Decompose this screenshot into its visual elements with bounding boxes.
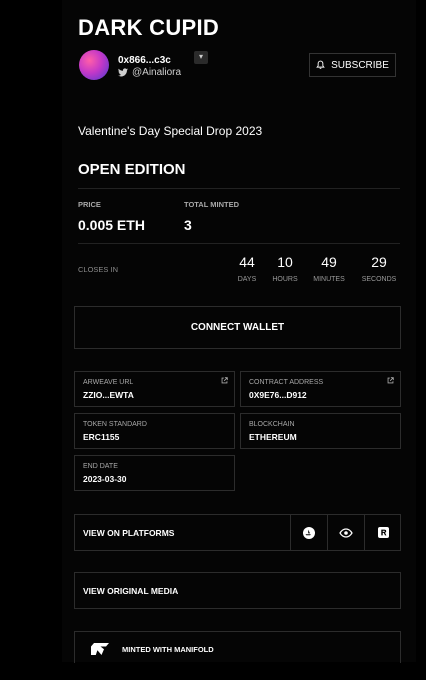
end-date-label: END DATE: [83, 463, 118, 470]
countdown-days-label: DAYS: [237, 276, 257, 283]
creator-address[interactable]: 0x866...c3c: [118, 55, 171, 66]
twitter-icon: [118, 68, 128, 77]
view-on-platforms-row: VIEW ON PLATFORMS: [74, 514, 401, 551]
contract-address-label: CONTRACT ADDRESS: [249, 379, 324, 386]
creator-avatar[interactable]: [79, 50, 109, 80]
closes-in-label: CLOSES IN: [78, 265, 119, 274]
opensea-button[interactable]: [290, 515, 327, 550]
external-link-icon: [387, 377, 394, 384]
twitter-link[interactable]: @Ainaliora: [118, 67, 181, 78]
price-value: 0.005 ETH: [78, 217, 145, 233]
price-label: PRICE: [78, 200, 101, 209]
manifold-logo-icon: [91, 643, 109, 655]
end-date-box: END DATE 2023-03-30: [74, 455, 235, 491]
total-minted-value: 3: [184, 217, 192, 233]
rarible-button[interactable]: [327, 515, 364, 550]
token-standard-box: TOKEN STANDARD ERC1155: [74, 413, 235, 449]
twitter-handle: @Ainaliora: [132, 67, 182, 78]
countdown-minutes-label: MINUTES: [313, 276, 345, 283]
opensea-icon: [303, 526, 315, 539]
countdown-days-value: 44: [239, 254, 255, 270]
page-title: DARK CUPID: [78, 15, 220, 40]
countdown-hours-value: 10: [277, 254, 293, 270]
contract-address-link[interactable]: CONTRACT ADDRESS 0X9E76...D912: [240, 371, 401, 407]
countdown-seconds-label: SECONDS: [361, 276, 397, 283]
end-date-value: 2023-03-30: [83, 474, 127, 484]
divider: [78, 243, 400, 244]
bell-icon: [316, 60, 325, 69]
blockchain-label: BLOCKCHAIN: [249, 421, 295, 428]
total-minted-label: TOTAL MINTED: [184, 200, 239, 209]
arweave-url-value: ZZIO...EWTA: [83, 390, 134, 400]
creator-menu-button[interactable]: ▾: [194, 51, 208, 64]
countdown-seconds-value: 29: [371, 254, 387, 270]
blockchain-box: BLOCKCHAIN ETHEREUM: [240, 413, 401, 449]
view-original-media-button[interactable]: VIEW ORIGINAL MEDIA: [74, 572, 401, 609]
rarible-eye-icon: [339, 527, 353, 538]
view-original-media-label: VIEW ORIGINAL MEDIA: [83, 586, 179, 596]
edition-type: OPEN EDITION: [78, 161, 186, 178]
r-platform-button[interactable]: [364, 515, 401, 550]
drop-name: Valentine's Day Special Drop 2023: [78, 124, 263, 138]
countdown-minutes-value: 49: [321, 254, 337, 270]
blockchain-value: ETHEREUM: [249, 432, 297, 442]
countdown-hours-label: HOURS: [272, 276, 298, 283]
r-logo-icon: [377, 527, 389, 538]
divider: [78, 188, 400, 189]
token-standard-label: TOKEN STANDARD: [83, 421, 147, 428]
connect-wallet-button[interactable]: CONNECT WALLET: [74, 306, 401, 349]
minted-with-manifold-label: MINTED WITH MANIFOLD: [122, 645, 214, 654]
contract-address-value: 0X9E76...D912: [249, 390, 307, 400]
external-link-icon: [221, 377, 228, 384]
subscribe-label: SUBSCRIBE: [331, 59, 389, 71]
token-standard-value: ERC1155: [83, 432, 120, 442]
arweave-url-link[interactable]: ARWEAVE URL ZZIO...EWTA: [74, 371, 235, 407]
arweave-url-label: ARWEAVE URL: [83, 379, 134, 386]
subscribe-button[interactable]: SUBSCRIBE: [309, 53, 396, 77]
view-on-platforms-label: VIEW ON PLATFORMS: [83, 528, 175, 538]
minted-with-manifold-link[interactable]: MINTED WITH MANIFOLD: [74, 631, 401, 663]
